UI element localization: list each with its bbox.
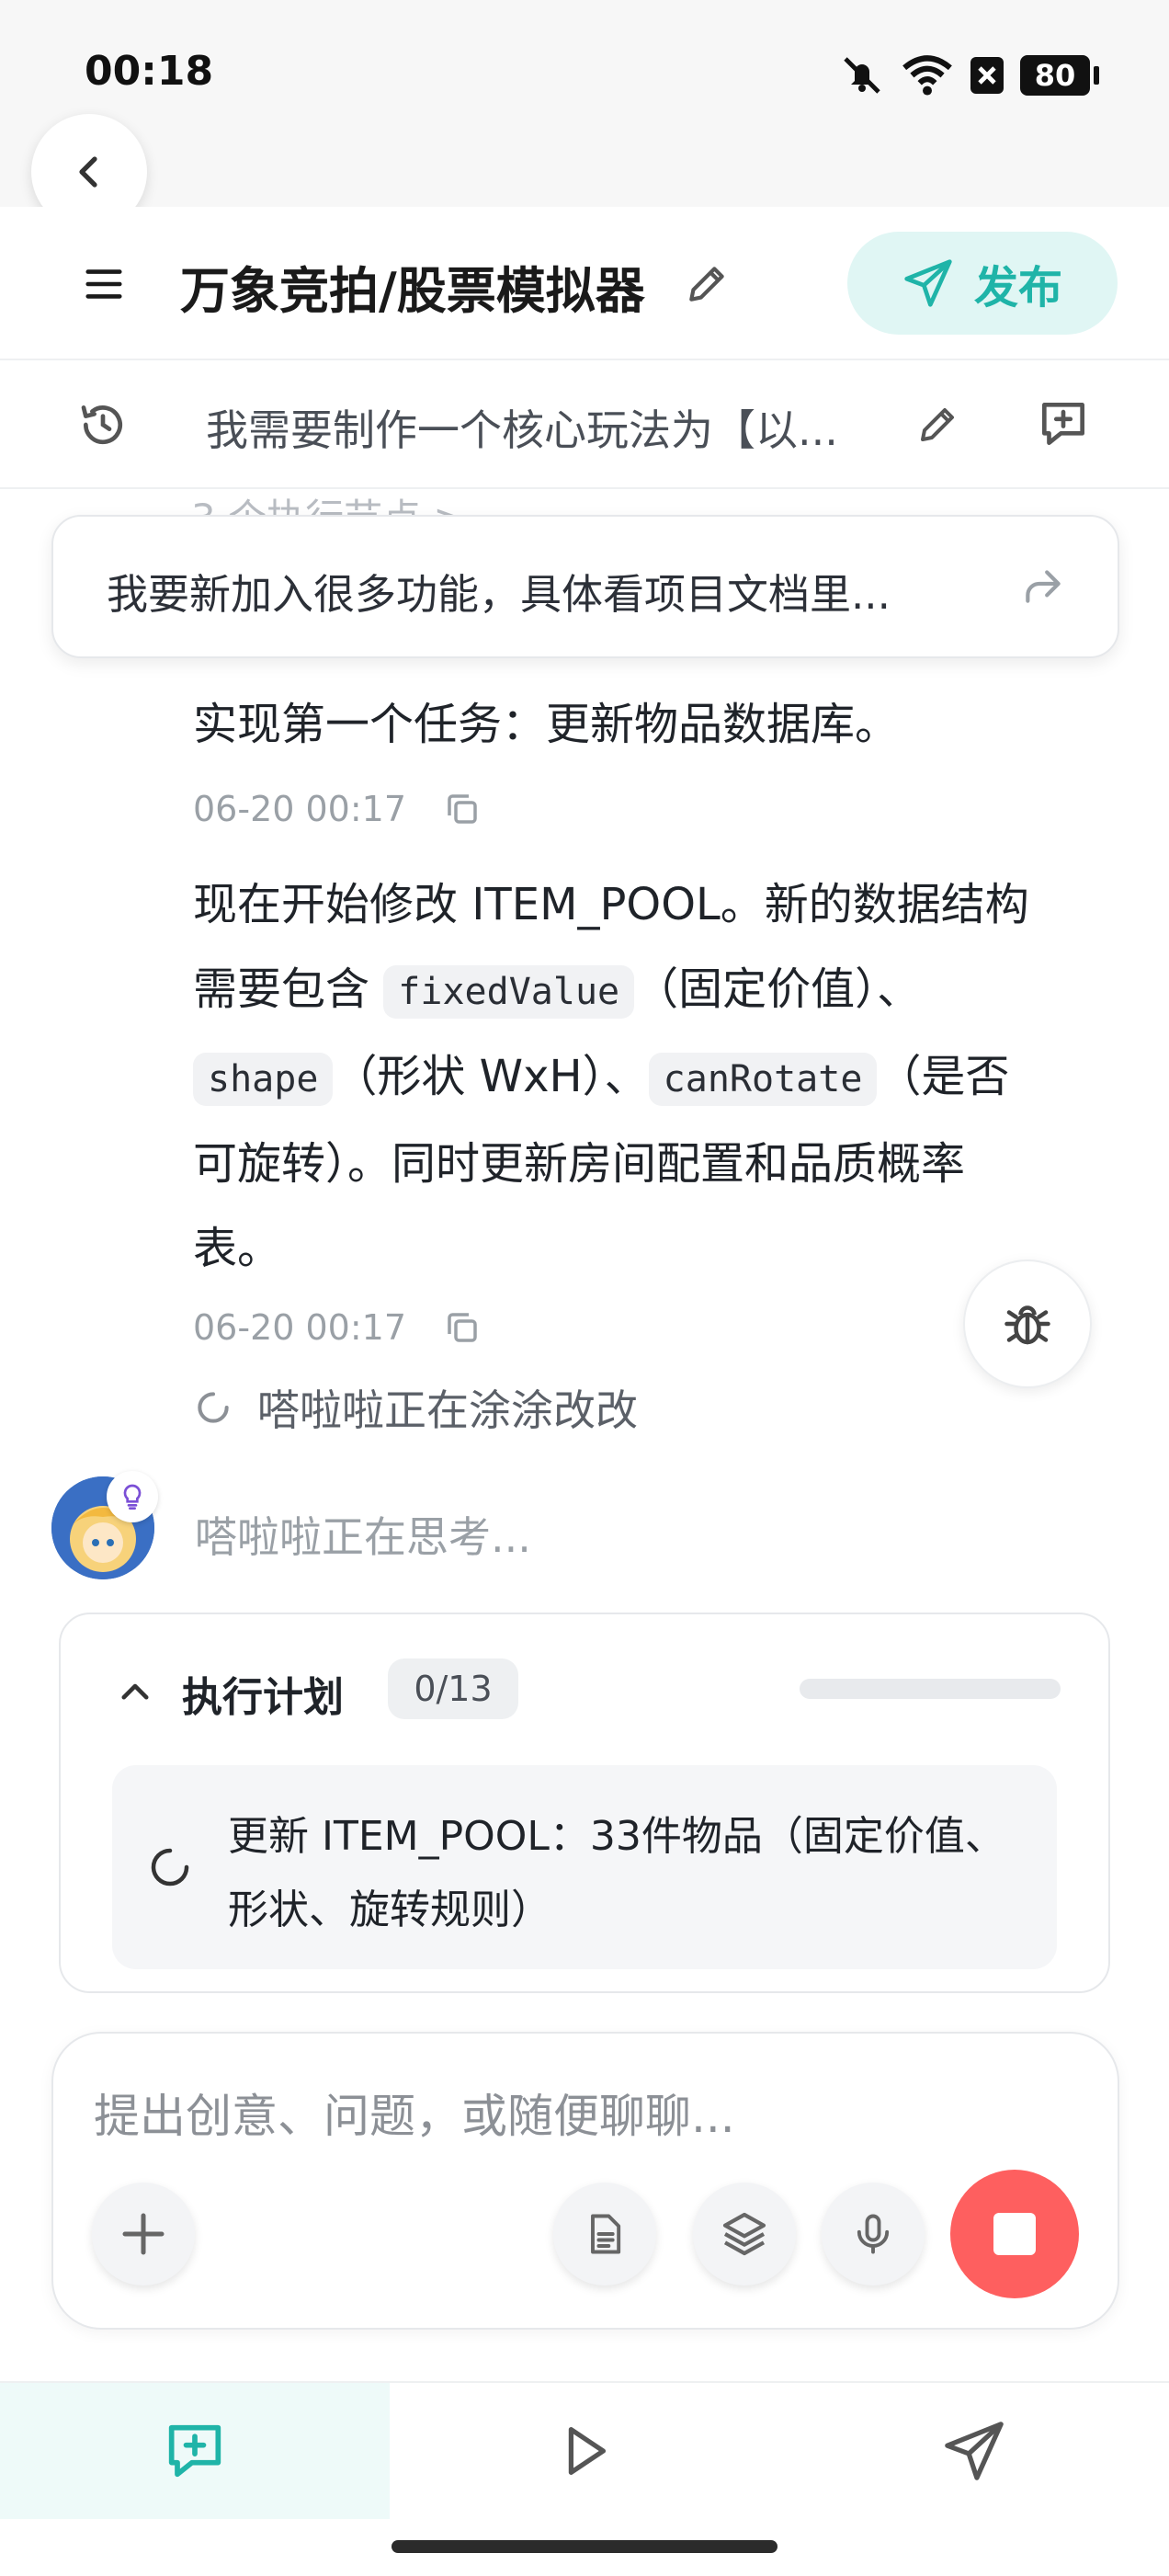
conversation-summary[interactable]: 我需要制作一个核心玩法为【以... [206,397,868,458]
thinking-badge [107,1471,158,1522]
status-time: 00:18 [85,48,214,95]
layers-icon [722,2212,766,2256]
chevron-left-icon [79,156,97,188]
inline-code: canRotate [648,1053,878,1106]
send-icon [945,2422,1004,2480]
plus-icon [122,2213,165,2255]
play-icon [568,2427,607,2475]
battery-level: 80 [1034,58,1076,93]
assistant-message: 现在开始修改 ITEM_POOL。新的数据结构 需要包含 fixedValue （… [193,862,1112,1291]
message-line: 可旋转）。同时更新房间配置和品质概率 [193,1138,966,1190]
plan-item-text: 更新 ITEM_POOL：33件物品（固定价值、形状、旋转规则） [228,1813,1005,1933]
debug-button[interactable] [963,1260,1092,1388]
working-status-text: 嗒啦啦正在涂涂改改 [257,1385,638,1435]
message-line: shape （形状 WxH）、 canRotate （是否 [193,1034,1112,1122]
edit-icon[interactable] [915,403,959,447]
pinned-user-message[interactable]: 我要新加入很多功能，具体看项目文档里... [51,515,1119,658]
message-line: 现在开始修改 ITEM_POOL。新的数据结构 [193,879,1029,930]
add-attachment-button[interactable] [92,2183,195,2285]
new-chat-icon[interactable] [1035,395,1092,452]
page-title: 万象竞拍/股票模拟器 [180,262,645,320]
pinned-message-text: 我要新加入很多功能，具体看项目文档里... [107,570,891,619]
send-icon [904,259,952,307]
copy-icon[interactable] [443,1308,482,1347]
message-text: （形状 WxH）、 [333,1051,649,1102]
document-button[interactable] [553,2183,656,2285]
share-forward-icon[interactable] [1020,563,1066,609]
assistant-message: 实现第一个任务：更新物品数据库。 [193,699,900,750]
message-input[interactable]: 提出创意、问题，或随便聊聊... [94,2080,735,2146]
message-line: 需要包含 fixedValue （固定价值）、 [193,947,1112,1034]
plan-progress-count: 0/13 [388,1658,518,1719]
message-text: （固定价值）、 [634,963,922,1015]
message-composer[interactable]: 提出创意、问题，或随便聊聊... [51,2032,1119,2330]
publish-label: 发布 [973,262,1062,313]
inline-code: fixedValue [383,965,635,1019]
lightbulb-icon [123,1484,142,1510]
message-meta: 06-20 00:17 [193,1307,482,1348]
tab-publish[interactable] [779,2383,1169,2519]
message-timestamp: 06-20 00:17 [193,789,407,829]
microphone-icon [857,2214,890,2254]
inline-code: shape [193,1053,334,1106]
plan-title[interactable]: 执行计划 [182,1664,344,1723]
tab-preview[interactable] [390,2383,779,2519]
loading-spinner-icon [198,1392,229,1423]
status-bar [0,0,1169,207]
working-status: 嗒啦啦正在涂涂改改 [193,1377,638,1438]
chat-plus-icon [168,2424,221,2478]
history-icon[interactable] [77,399,129,450]
in-progress-spinner-icon [151,1848,189,1886]
message-meta: 06-20 00:17 [193,789,482,829]
stop-icon [993,2213,1036,2255]
message-text: 需要包含 [193,963,370,1015]
edit-title-icon[interactable] [684,261,730,307]
voice-input-button[interactable] [822,2183,925,2285]
stop-generation-button[interactable] [950,2170,1079,2298]
chevron-up-icon[interactable] [116,1673,154,1712]
message-text: （是否 [877,1051,1010,1102]
wifi-icon [902,55,952,96]
document-icon [591,2214,621,2254]
message-timestamp: 06-20 00:17 [193,1307,407,1348]
copy-icon[interactable] [443,790,482,828]
home-indicator [392,2540,777,2553]
bell-off-icon [844,57,880,94]
publish-button[interactable]: 发布 [847,232,1118,335]
layers-button[interactable] [693,2183,796,2285]
menu-icon[interactable] [83,263,125,305]
battery-tip [1094,66,1099,85]
execution-plan-card: 执行计划 0/13 更新 ITEM_POOL：33件物品（固定价值、形状、旋转规… [59,1613,1110,1993]
sim-blocked-icon [970,57,1004,94]
tab-chat[interactable] [0,2383,390,2519]
message-line: 表。 [193,1223,282,1274]
battery-icon: 80 [1020,55,1090,96]
thinking-status: 嗒啦啦正在思考... [195,1512,531,1562]
plan-progress-bar [800,1679,1061,1699]
plan-item[interactable]: 更新 ITEM_POOL：33件物品（固定价值、形状、旋转规则） [112,1765,1057,1969]
bug-icon [1004,1305,1050,1345]
